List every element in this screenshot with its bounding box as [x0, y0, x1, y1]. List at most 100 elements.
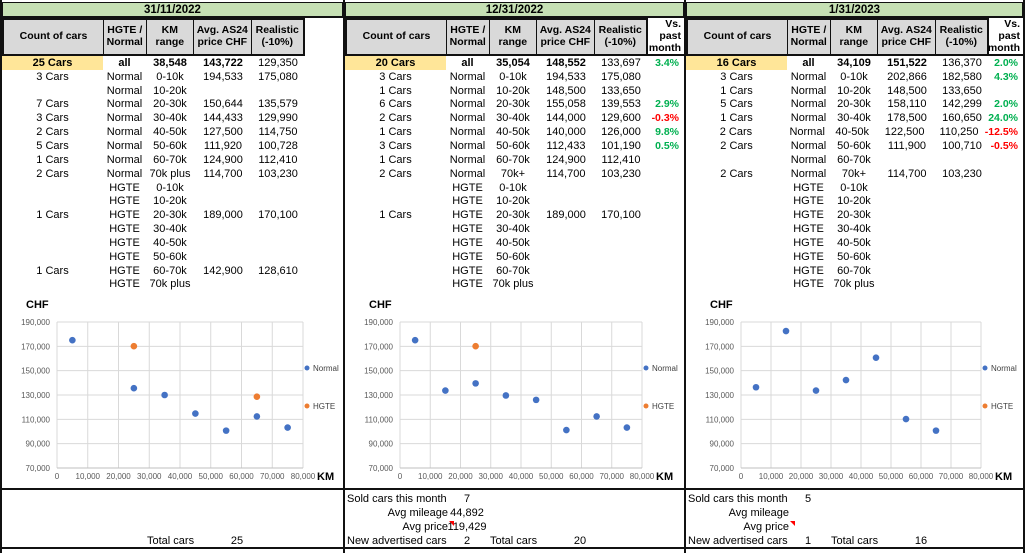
cell-km[interactable]: 60-70k — [489, 153, 537, 167]
cell-count[interactable] — [345, 264, 446, 278]
cell-vs-past-month[interactable] — [647, 70, 684, 84]
cell-type[interactable]: Normal — [103, 98, 146, 112]
cell-type[interactable]: all — [787, 56, 830, 70]
cell-km[interactable]: 70k plus — [146, 167, 194, 181]
cell-realistic[interactable] — [595, 222, 647, 236]
cell-count[interactable] — [2, 278, 103, 292]
cell-count[interactable] — [345, 194, 446, 208]
cell-price[interactable] — [194, 278, 252, 292]
cell-price[interactable] — [194, 236, 252, 250]
cell-type[interactable]: HGTE — [446, 250, 489, 264]
cell-realistic[interactable]: 129,990 — [252, 111, 304, 125]
cell-type[interactable]: Normal — [787, 167, 830, 181]
cell-type[interactable]: Normal — [787, 139, 830, 153]
cell-km[interactable]: 0-10k — [146, 70, 194, 84]
cell-count[interactable] — [2, 222, 103, 236]
cell-price[interactable] — [194, 250, 252, 264]
column-header-km[interactable]: KM range — [831, 20, 879, 54]
legend-label-normal[interactable]: Normal — [991, 364, 1017, 373]
cell-km[interactable]: 50-60k — [146, 139, 194, 153]
cell-price[interactable] — [537, 250, 595, 264]
cell-realistic[interactable]: 133,650 — [595, 84, 647, 98]
cell-type[interactable]: Normal — [446, 167, 489, 181]
cell-type[interactable]: HGTE — [446, 264, 489, 278]
cell-type[interactable]: HGTE — [787, 208, 830, 222]
cell-realistic[interactable]: 135,579 — [252, 98, 304, 112]
cell-km[interactable]: 40-50k — [489, 125, 537, 139]
cell-count[interactable]: 2 Cars — [686, 125, 786, 139]
cell-km[interactable]: 0-10k — [146, 181, 194, 195]
cell-type[interactable]: HGTE — [446, 278, 489, 292]
cell-vs-past-month[interactable] — [647, 264, 684, 278]
cell-realistic[interactable]: 182,580 — [936, 70, 988, 84]
cell-realistic[interactable] — [595, 250, 647, 264]
cell-type[interactable]: HGTE — [103, 208, 146, 222]
cell-realistic[interactable]: 133,697 — [595, 56, 647, 70]
cell-price[interactable]: 151,522 — [878, 56, 936, 70]
cell-type[interactable]: Normal — [787, 111, 830, 125]
cell-count[interactable] — [345, 181, 446, 195]
avg-mileage-value[interactable]: 44,892 — [441, 506, 493, 520]
cell-vs-past-month[interactable]: 2.0% — [988, 56, 1023, 70]
cell-type[interactable]: HGTE — [787, 250, 830, 264]
cell-vs-past-month[interactable]: 24.0% — [988, 111, 1023, 125]
cell-price[interactable] — [537, 236, 595, 250]
cell-realistic[interactable] — [936, 181, 988, 195]
cell-count[interactable] — [686, 278, 787, 292]
cell-count[interactable] — [686, 236, 787, 250]
cell-count[interactable]: 1 Cars — [345, 208, 446, 222]
cell-realistic[interactable] — [252, 278, 304, 292]
cell-km[interactable]: 30-40k — [146, 111, 194, 125]
cell-price[interactable]: 155,058 — [537, 98, 595, 112]
cell-km[interactable]: 30-40k — [146, 222, 194, 236]
cell-type[interactable]: Normal — [103, 84, 146, 98]
cell-km[interactable]: 20-30k — [830, 208, 878, 222]
cell-count[interactable]: 3 Cars — [2, 70, 103, 84]
cell-vs-past-month[interactable] — [647, 153, 684, 167]
cell-count[interactable]: 25 Cars — [2, 56, 103, 70]
cell-vs-past-month[interactable] — [988, 208, 1023, 222]
cell-vs-past-month[interactable] — [988, 167, 1023, 181]
cell-price[interactable]: 189,000 — [194, 208, 252, 222]
cell-vs-past-month[interactable]: 4.3% — [988, 70, 1023, 84]
cell-km[interactable]: 10-20k — [489, 194, 537, 208]
cell-price[interactable]: 111,920 — [194, 139, 252, 153]
legend-label-normal[interactable]: Normal — [313, 364, 339, 373]
cell-count[interactable] — [345, 278, 446, 292]
cell-realistic[interactable]: 103,230 — [252, 167, 304, 181]
scatter-chart[interactable]: 70,00090,000110,000130,000150,000170,000… — [345, 296, 684, 489]
cell-type[interactable]: Normal — [446, 153, 489, 167]
cell-realistic[interactable] — [936, 208, 988, 222]
cell-type[interactable]: Normal — [446, 139, 489, 153]
cell-type[interactable]: Normal — [787, 153, 830, 167]
panel-date-header[interactable]: 31/11/2022 — [2, 2, 343, 18]
legend-label-normal[interactable]: Normal — [652, 364, 678, 373]
cell-type[interactable]: Normal — [446, 125, 489, 139]
cell-vs-past-month[interactable] — [647, 181, 684, 195]
cell-price[interactable]: 148,500 — [878, 84, 936, 98]
column-header-count[interactable]: Count of cars — [688, 20, 788, 54]
sold-cars-value[interactable]: 7 — [441, 492, 493, 506]
cell-count[interactable] — [686, 194, 787, 208]
cell-vs-past-month[interactable]: -0.3% — [647, 111, 684, 125]
cell-price[interactable]: 127,500 — [194, 125, 252, 139]
cell-price[interactable]: 189,000 — [537, 208, 595, 222]
column-header-realistic[interactable]: Realistic (-10%) — [595, 20, 646, 54]
cell-price[interactable]: 148,552 — [537, 56, 595, 70]
cell-price[interactable]: 142,900 — [194, 264, 252, 278]
cell-count[interactable]: 1 Cars — [345, 84, 446, 98]
cell-count[interactable]: 6 Cars — [345, 98, 446, 112]
column-header-count[interactable]: Count of cars — [347, 20, 447, 54]
cell-type[interactable]: Normal — [103, 111, 146, 125]
cell-price[interactable] — [537, 194, 595, 208]
cell-km[interactable]: 50-60k — [830, 139, 878, 153]
cell-count[interactable] — [686, 208, 787, 222]
avg-price-value[interactable] — [782, 520, 834, 534]
cell-km[interactable]: 60-70k — [146, 153, 194, 167]
cell-km[interactable]: 50-60k — [146, 250, 194, 264]
cell-km[interactable]: 50-60k — [489, 139, 537, 153]
cell-km[interactable]: 20-30k — [146, 208, 194, 222]
cell-km[interactable]: 40-50k — [146, 125, 194, 139]
cell-price[interactable]: 194,533 — [537, 70, 595, 84]
cell-price[interactable]: 114,700 — [194, 167, 252, 181]
